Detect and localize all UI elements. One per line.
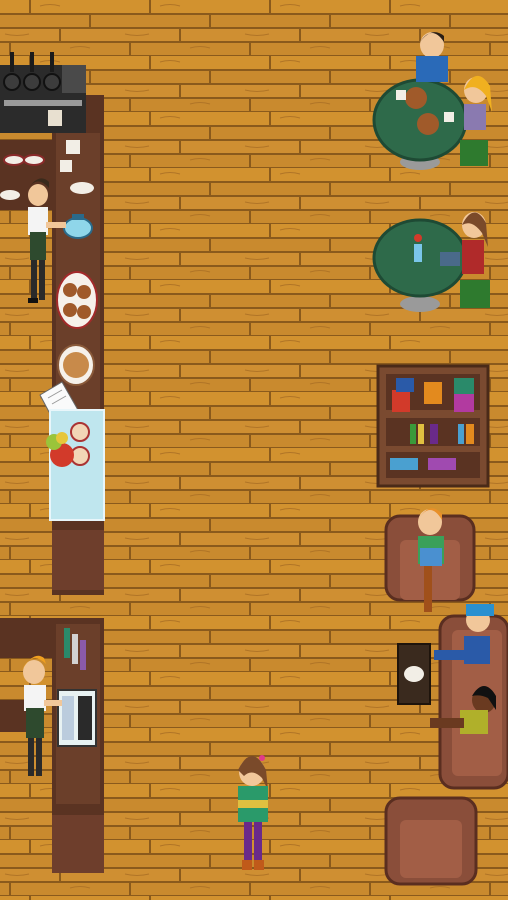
- bookshelf[interactable]: [376, 364, 490, 488]
- pastry-display-case[interactable]: [46, 409, 105, 521]
- cafe-scene: [0, 0, 508, 900]
- cookie-plate[interactable]: [56, 271, 98, 329]
- side-table[interactable]: [397, 643, 431, 705]
- armchair-empty[interactable]: [384, 796, 478, 886]
- scene-svg: [0, 0, 508, 900]
- pie-plate[interactable]: [57, 344, 95, 386]
- cash-register[interactable]: [57, 689, 97, 747]
